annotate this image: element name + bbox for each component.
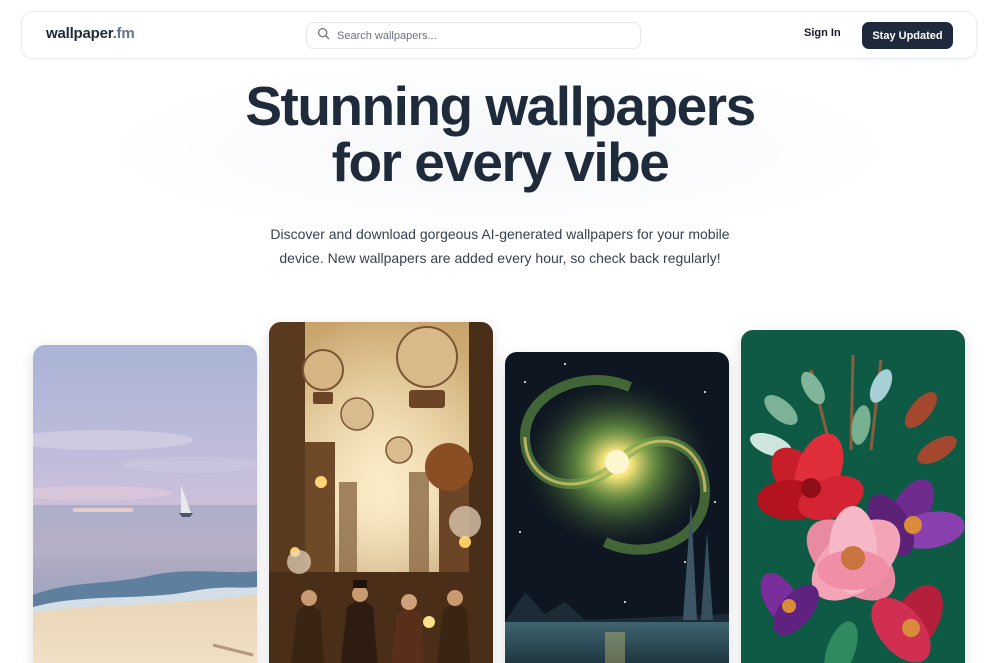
wallpaper-card-galaxy[interactable]: [505, 352, 729, 663]
headline-line-2: for every vibe: [331, 131, 670, 193]
wallpaper-card-flowers[interactable]: [741, 330, 965, 663]
wallpaper-image-galaxy: [505, 352, 729, 663]
search-input[interactable]: [337, 29, 627, 42]
stay-updated-button[interactable]: Stay Updated: [862, 22, 953, 49]
headline-line-1: Stunning wallpapers: [245, 75, 756, 137]
top-nav: wallpaper.fm Sign In Stay Updated: [21, 11, 977, 59]
search-icon: [317, 27, 330, 45]
page: wallpaper.fm Sign In Stay Updated Stunni…: [0, 0, 1000, 663]
search-bar[interactable]: [306, 22, 641, 49]
wallpaper-card-ocean[interactable]: [33, 345, 257, 663]
logo-tld: .fm: [112, 25, 135, 42]
wallpaper-card-steampunk[interactable]: [269, 322, 493, 663]
wallpaper-image-steampunk: [269, 322, 493, 663]
hero-headline: Stunning wallpapers for every vibe: [0, 78, 1000, 190]
wallpaper-image-ocean: [33, 345, 257, 663]
hero-subtitle: Discover and download gorgeous AI-genera…: [270, 226, 730, 266]
logo[interactable]: wallpaper.fm: [46, 25, 135, 42]
logo-name: wallpaper: [46, 25, 113, 42]
wallpaper-image-flowers: [741, 330, 965, 663]
sign-in-link[interactable]: Sign In: [804, 27, 841, 39]
